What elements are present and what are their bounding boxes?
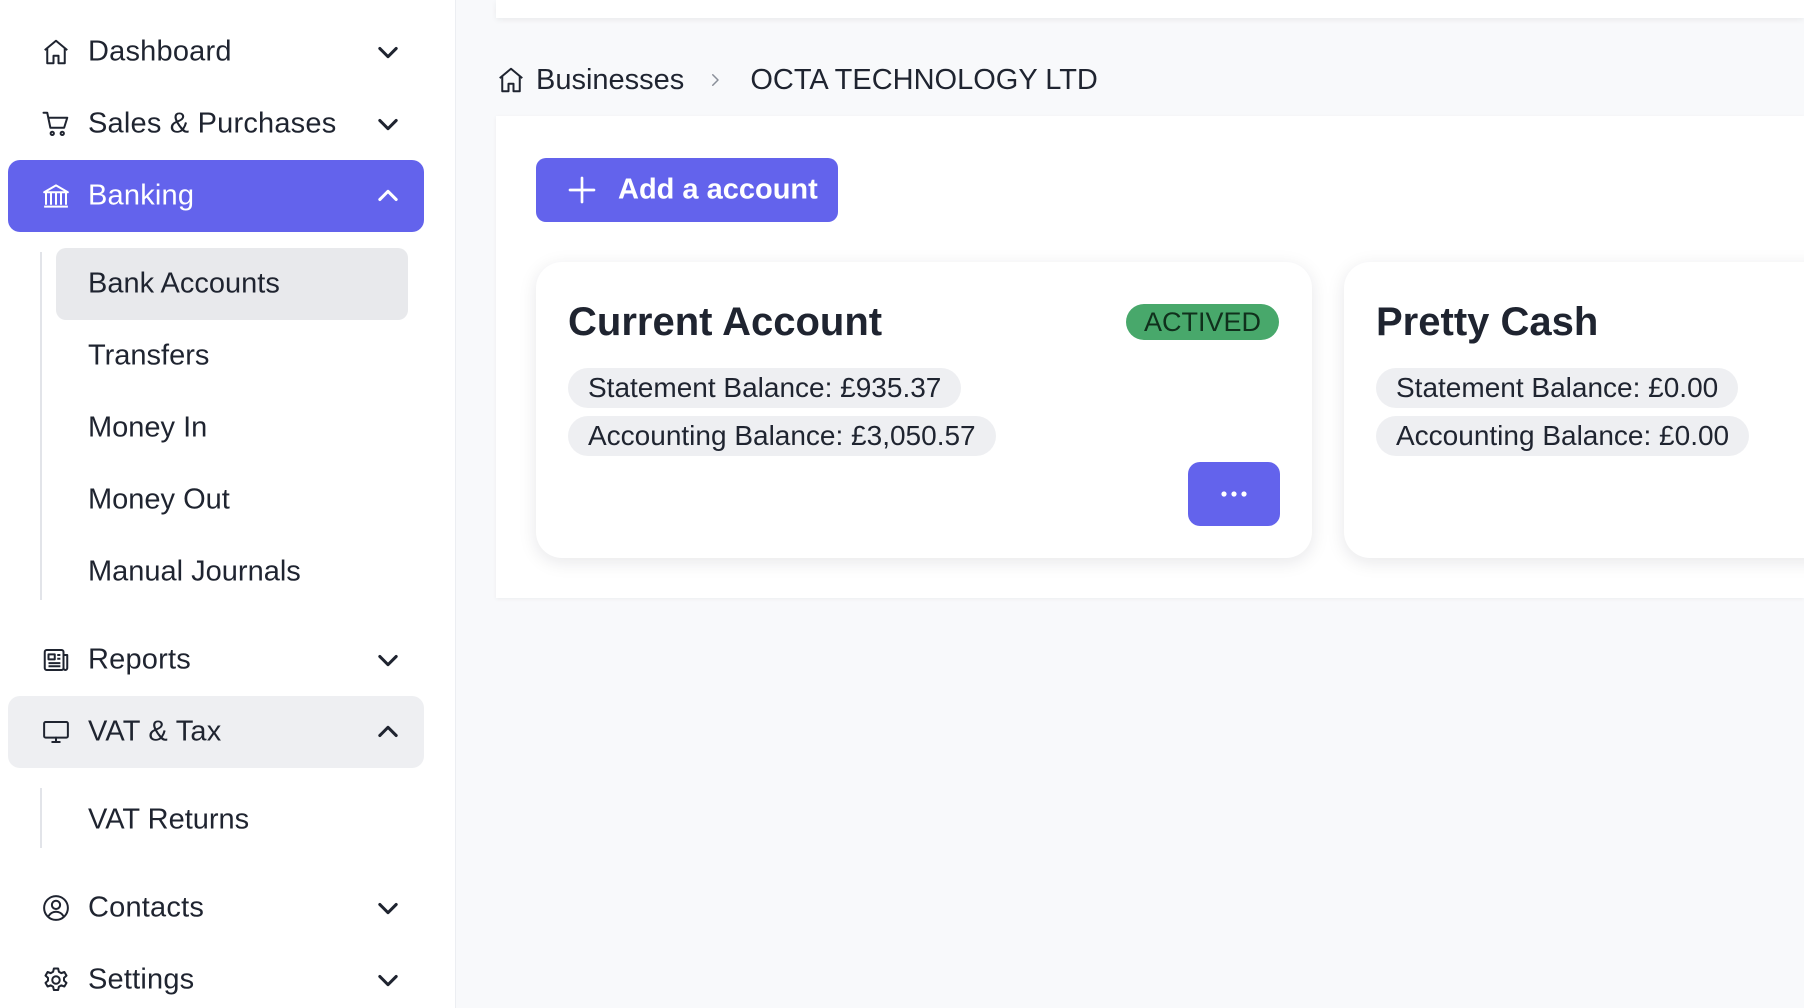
sidebar-subitem-manual-journals[interactable]: Manual Journals	[56, 536, 408, 608]
sidebar-item-settings[interactable]: Settings	[8, 944, 424, 1008]
account-name: Current Account	[568, 300, 883, 344]
sidebar-subitem-transfers[interactable]: Transfers	[56, 320, 408, 392]
monitor-icon	[40, 716, 72, 748]
chevron-up-icon[interactable]	[374, 718, 402, 746]
sidebar-subitem-label: Money Out	[88, 483, 230, 516]
breadcrumb-current: OCTA TECHNOLOGY LTD	[750, 63, 1098, 96]
accounting-balance: Accounting Balance: £0.00	[1376, 416, 1750, 456]
chevron-down-icon[interactable]	[374, 38, 402, 66]
add-account-button[interactable]: Add a account	[536, 158, 838, 222]
status-badge: ACTIVED	[1126, 304, 1280, 340]
breadcrumb: Businesses OCTA TECHNOLOGY LTD	[496, 60, 1098, 100]
sidebar-subitem-label: Money In	[88, 411, 208, 444]
sidebar-item-label: Reports	[88, 643, 191, 676]
top-bar	[496, 0, 1804, 18]
sidebar-subitem-money-in[interactable]: Money In	[56, 392, 408, 464]
submenu-guide-line	[40, 252, 42, 600]
statement-balance: Statement Balance: £0.00	[1376, 368, 1739, 408]
breadcrumb-businesses-link[interactable]: Businesses	[536, 64, 684, 97]
gear-icon	[40, 964, 72, 996]
account-name: Pretty Cash	[1376, 300, 1599, 344]
sidebar-item-contacts[interactable]: Contacts	[8, 872, 424, 944]
chevron-down-icon[interactable]	[374, 110, 402, 138]
sidebar: Dashboard Sales & Purchases Banking Bank…	[0, 0, 456, 1008]
sidebar-subitem-vat-returns[interactable]: VAT Returns	[56, 784, 408, 856]
sidebar-item-reports[interactable]: Reports	[8, 624, 424, 696]
sidebar-item-dashboard[interactable]: Dashboard	[8, 16, 424, 88]
sidebar-item-label: Sales & Purchases	[88, 107, 337, 140]
sidebar-item-label: VAT & Tax	[88, 715, 222, 748]
sidebar-subitem-bank-accounts[interactable]: Bank Accounts	[56, 248, 408, 320]
sidebar-subitem-money-out[interactable]: Money Out	[56, 464, 408, 536]
chevron-right-icon	[706, 69, 728, 91]
account-card-pretty-cash[interactable]: Pretty Cash Statement Balance: £0.00 Acc…	[1344, 262, 1804, 558]
statement-balance: Statement Balance: £935.37	[568, 368, 962, 408]
cart-icon	[40, 108, 72, 140]
chevron-up-icon[interactable]	[374, 182, 402, 210]
home-icon[interactable]	[496, 64, 528, 96]
sidebar-item-label: Contacts	[88, 891, 205, 924]
sidebar-subitem-label: Bank Accounts	[88, 267, 280, 300]
chevron-down-icon[interactable]	[374, 894, 402, 922]
add-account-label: Add a account	[618, 173, 818, 206]
submenu-guide-line	[40, 788, 42, 848]
sidebar-item-label: Banking	[88, 179, 195, 212]
plus-icon	[566, 174, 598, 206]
accounting-balance: Accounting Balance: £3,050.57	[568, 416, 996, 456]
more-options-button[interactable]	[1188, 462, 1280, 526]
chevron-down-icon[interactable]	[374, 646, 402, 674]
sidebar-item-banking[interactable]: Banking	[8, 160, 424, 232]
ellipsis-icon	[1221, 491, 1247, 497]
sidebar-item-vat-tax[interactable]: VAT & Tax	[8, 696, 424, 768]
account-card-current-account[interactable]: Current Account ACTIVED Statement Balanc…	[536, 262, 1312, 558]
newspaper-icon	[40, 644, 72, 676]
sidebar-subitem-label: VAT Returns	[88, 803, 250, 836]
chevron-down-icon[interactable]	[374, 966, 402, 994]
user-circle-icon	[40, 892, 72, 924]
sidebar-subitem-label: Manual Journals	[88, 555, 301, 588]
bank-icon	[40, 180, 72, 212]
sidebar-item-label: Settings	[88, 963, 195, 996]
home-icon	[40, 36, 72, 68]
sidebar-item-sales-purchases[interactable]: Sales & Purchases	[8, 88, 424, 160]
sidebar-subitem-label: Transfers	[88, 339, 210, 372]
sidebar-item-label: Dashboard	[88, 35, 232, 68]
